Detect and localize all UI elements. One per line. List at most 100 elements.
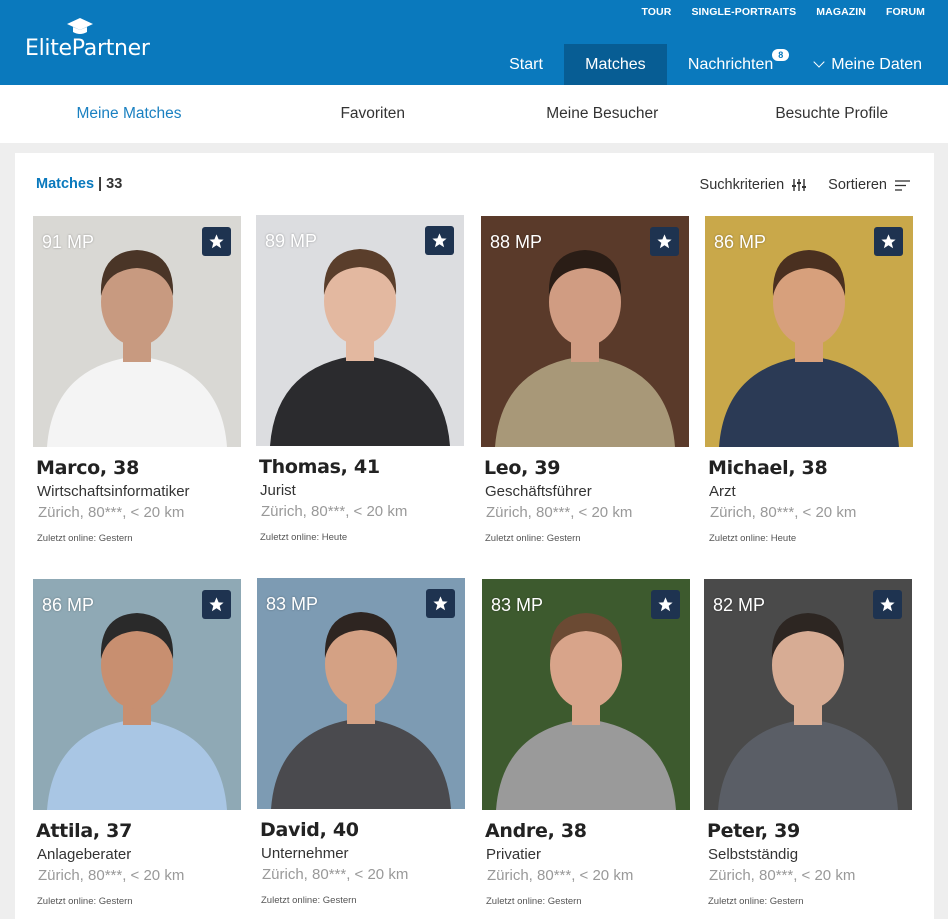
match-occupation: Unternehmer (261, 845, 349, 862)
matches-count: 33 (106, 176, 123, 192)
match-card[interactable]: 86 MP Attila, 37 Anlageberater Zürich, 80**… (33, 579, 241, 907)
match-occupation: Privatier (486, 846, 542, 863)
tab-meine-matches[interactable]: Meine Matches (0, 85, 258, 143)
favorite-star-button[interactable] (425, 226, 454, 255)
messages-badge: 8 (772, 49, 790, 61)
profile-photo[interactable]: 83 MP (482, 579, 690, 810)
last-online: Zuletzt online: Gestern (37, 896, 133, 907)
match-occupation: Arzt (709, 483, 736, 500)
match-occupation: Selbstständig (708, 846, 799, 863)
header-bar: ElitePartner TOUR SINGLE-PORTRAITS MAGAZ… (0, 0, 948, 85)
profile-photo[interactable]: 88 MP (481, 216, 689, 447)
match-card[interactable]: 82 MP Peter, 39 Selbstständig Zürich, 80***… (704, 579, 912, 907)
match-occupation: Wirtschaftsinformatiker (37, 483, 190, 500)
match-occupation: Jurist (260, 482, 296, 499)
match-name[interactable]: Marco, 38 (33, 457, 241, 479)
match-location: Zürich, 80***, < 20 km (710, 504, 857, 521)
favorite-star-button[interactable] (873, 590, 902, 619)
match-points: 91 MP (42, 232, 95, 252)
match-points: 89 MP (265, 231, 318, 251)
top-links: TOUR SINGLE-PORTRAITS MAGAZIN FORUM (621, 6, 925, 18)
toplink-magazin[interactable]: MAGAZIN (816, 6, 866, 18)
match-points: 86 MP (714, 232, 767, 252)
nav-start[interactable]: Start (488, 44, 564, 85)
match-occupation: Geschäftsführer (485, 483, 592, 500)
profile-photo[interactable]: 86 MP (33, 579, 241, 810)
toplink-forum[interactable]: FORUM (886, 6, 925, 18)
star-icon (209, 234, 224, 249)
toplink-single-portraits[interactable]: SINGLE-PORTRAITS (691, 6, 796, 18)
match-name[interactable]: Attila, 37 (33, 820, 241, 842)
match-name[interactable]: Andre, 38 (482, 820, 690, 842)
favorite-star-button[interactable] (650, 227, 679, 256)
profile-photo[interactable]: 86 MP (705, 216, 913, 447)
star-icon (658, 597, 673, 612)
match-name[interactable]: Peter, 39 (704, 820, 912, 842)
matches-separator: | (94, 176, 107, 192)
graduation-cap-icon (67, 18, 93, 34)
match-name[interactable]: Leo, 39 (481, 457, 689, 479)
profile-photo[interactable]: 91 MP (33, 216, 241, 447)
sort-label: Sortieren (828, 177, 887, 193)
star-icon (433, 596, 448, 611)
match-card[interactable]: 83 MP David, 40 Unternehmer Zürich, 80***, … (257, 578, 465, 906)
tab-besuchte-profile[interactable]: Besuchte Profile (717, 85, 947, 143)
sliders-icon (792, 179, 807, 191)
match-card[interactable]: 89 MP Thomas, 41 Jurist Zürich, 80***, < 20… (256, 215, 464, 543)
nav-my-data-label: Meine Daten (831, 55, 922, 73)
nav-matches[interactable]: Matches (563, 44, 667, 85)
profile-photo[interactable]: 89 MP (256, 215, 464, 446)
match-name[interactable]: Michael, 38 (705, 457, 913, 479)
sub-nav: Meine Matches Favoriten Meine Besucher B… (0, 85, 948, 143)
nav-messages[interactable]: Nachrichten 8 (667, 44, 794, 85)
favorite-star-button[interactable] (426, 589, 455, 618)
search-criteria-label: Suchkriterien (699, 177, 785, 193)
match-name[interactable]: Thomas, 41 (256, 456, 464, 478)
favorite-star-button[interactable] (874, 227, 903, 256)
toolbar: Suchkriterien Sortieren (678, 177, 910, 193)
match-name[interactable]: David, 40 (257, 819, 465, 841)
main-nav: Start Matches Nachrichten 8 Meine Daten (488, 44, 948, 85)
match-card[interactable]: 91 MP Marco, 38 Wirtschaftsinformatiker Zür… (33, 216, 241, 544)
search-criteria-button[interactable]: Suchkriterien (700, 177, 807, 193)
match-card[interactable]: 83 MP Andre, 38 Privatier Zürich, 80***, < … (482, 579, 690, 907)
match-location: Zürich, 80***, < 20 km (38, 867, 185, 884)
star-icon (432, 233, 447, 248)
star-icon (880, 597, 895, 612)
last-online: Zuletzt online: Gestern (708, 896, 804, 907)
last-online: Zuletzt online: Heute (709, 533, 797, 544)
match-card[interactable]: 86 MP Michael, 38 Arzt Zürich, 80***, < 20 … (705, 216, 913, 544)
match-points: 88 MP (490, 232, 543, 252)
matches-title: Matches (36, 176, 95, 192)
match-points: 86 MP (42, 595, 95, 615)
last-online: Zuletzt online: Gestern (486, 896, 582, 907)
match-location: Zürich, 80***, < 20 km (709, 867, 856, 884)
match-location: Zürich, 80***, < 20 km (486, 504, 633, 521)
favorite-star-button[interactable] (202, 590, 231, 619)
match-card[interactable]: 88 MP Leo, 39 Geschäftsführer Zürich, 80***… (481, 216, 689, 544)
favorite-star-button[interactable] (202, 227, 231, 256)
elitepartner-logo[interactable]: ElitePartner (25, 36, 150, 61)
nav-my-data[interactable]: Meine Daten (794, 44, 948, 85)
chevron-down-icon (813, 56, 825, 68)
match-points: 82 MP (713, 595, 766, 615)
match-location: Zürich, 80***, < 20 km (261, 503, 408, 520)
match-location: Zürich, 80***, < 20 km (487, 867, 634, 884)
last-online: Zuletzt online: Gestern (261, 895, 357, 906)
star-icon (881, 234, 896, 249)
matches-heading: Matches | 33 (36, 176, 122, 192)
sort-button[interactable]: Sortieren (828, 177, 910, 193)
toplink-tour[interactable]: TOUR (641, 6, 671, 18)
star-icon (657, 234, 672, 249)
favorite-star-button[interactable] (651, 590, 680, 619)
match-points: 83 MP (491, 595, 544, 615)
match-occupation: Anlageberater (37, 846, 132, 863)
tab-favoriten[interactable]: Favoriten (258, 85, 488, 143)
sort-lines-icon (895, 179, 910, 191)
tab-meine-besucher[interactable]: Meine Besucher (488, 85, 718, 143)
profile-photo[interactable]: 82 MP (704, 579, 912, 810)
profile-photo[interactable]: 83 MP (257, 578, 465, 809)
last-online: Zuletzt online: Gestern (37, 533, 133, 544)
nav-messages-label: Nachrichten (687, 55, 774, 73)
star-icon (209, 597, 224, 612)
